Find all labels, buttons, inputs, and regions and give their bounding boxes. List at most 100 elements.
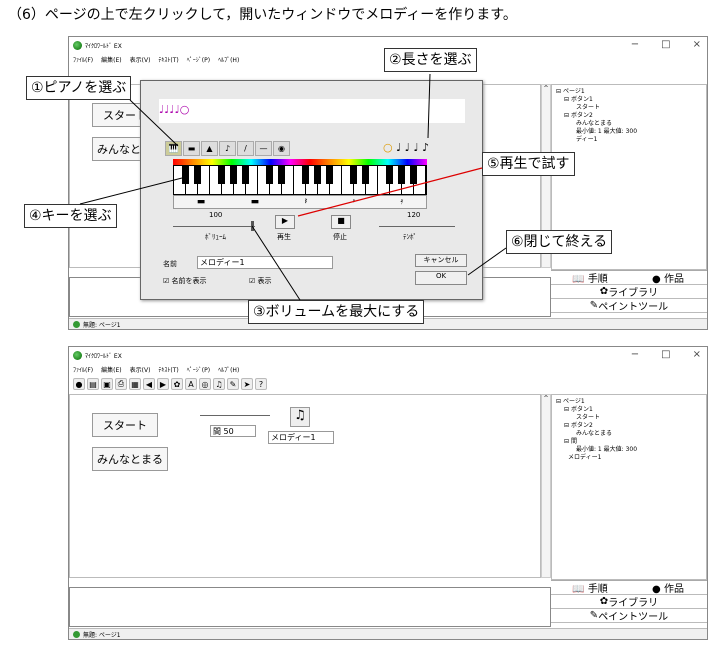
prev-icon[interactable]: ◀ bbox=[143, 378, 155, 390]
tab-paint[interactable]: ✎ ペイントツール bbox=[551, 609, 707, 623]
menu-file[interactable]: ﾌｧｲﾙ(F) bbox=[73, 55, 93, 64]
tree-item[interactable]: ⊟ ボタン2 bbox=[556, 422, 702, 430]
menu-help[interactable]: ﾍﾙﾌﾟ(H) bbox=[218, 365, 239, 374]
play-button[interactable]: ▶ bbox=[275, 215, 295, 229]
cancel-button[interactable]: キャンセル bbox=[415, 254, 467, 267]
minimize-button[interactable]: − bbox=[631, 349, 639, 360]
tab-sakuhin[interactable]: ● 作品 bbox=[629, 580, 707, 595]
piano-black-key[interactable] bbox=[302, 166, 309, 184]
piano-white-key[interactable] bbox=[258, 166, 273, 194]
minimize-button[interactable]: − bbox=[631, 39, 639, 50]
note-length-icons[interactable]: ○ ♩ ♩ ♩ ♪ bbox=[383, 141, 429, 154]
interval-slider[interactable] bbox=[200, 415, 270, 416]
piano-black-key[interactable] bbox=[242, 166, 249, 184]
interval-field[interactable]: 間 50 bbox=[210, 425, 256, 437]
piano-black-key[interactable] bbox=[218, 166, 225, 184]
tree-item[interactable]: メロディー1 bbox=[556, 454, 702, 462]
tree-item[interactable]: ⊟ 間 bbox=[556, 438, 702, 446]
menu-edit[interactable]: 編集(E) bbox=[101, 365, 121, 374]
tab-library[interactable]: ✿ ライブラリ bbox=[551, 595, 707, 609]
piano-black-key[interactable] bbox=[278, 166, 285, 184]
toolbar-button[interactable]: A bbox=[185, 378, 197, 390]
piano-black-key[interactable] bbox=[386, 166, 393, 184]
menu-text[interactable]: ﾃｷｽﾄ(T) bbox=[158, 365, 178, 374]
ok-button[interactable]: OK bbox=[415, 271, 467, 285]
maximize-button[interactable]: □ bbox=[661, 349, 670, 360]
tree-item[interactable]: ⊟ ページ1 bbox=[556, 398, 702, 406]
tree-item[interactable]: スタート bbox=[556, 414, 702, 422]
piano-black-key[interactable] bbox=[362, 166, 369, 184]
tempo-slider[interactable] bbox=[379, 226, 455, 227]
toolbar-button[interactable]: ✎ bbox=[227, 378, 239, 390]
piano-white-key[interactable] bbox=[210, 166, 225, 194]
tab-tejun[interactable]: 📖 手順 bbox=[551, 580, 629, 595]
show-checkbox[interactable]: ☑ 表示 bbox=[249, 276, 272, 286]
piano-white-key[interactable] bbox=[342, 166, 357, 194]
instrument-icon[interactable]: ◉ bbox=[273, 141, 290, 156]
start-button[interactable]: スタート bbox=[92, 413, 158, 437]
instrument-icon[interactable]: ▲ bbox=[201, 141, 218, 156]
menu-view[interactable]: 表示(V) bbox=[130, 365, 151, 374]
instrument-icon[interactable]: / bbox=[237, 141, 254, 156]
menu-page[interactable]: ﾍﾟｰｼﾞ(P) bbox=[187, 365, 210, 374]
menu-edit[interactable]: 編集(E) bbox=[101, 55, 121, 64]
next-icon[interactable]: ▶ bbox=[157, 378, 169, 390]
tree-item[interactable]: ⊟ ボタン1 bbox=[556, 96, 702, 104]
tree-item[interactable]: スタート bbox=[556, 104, 702, 112]
piano-white-key[interactable] bbox=[174, 166, 189, 194]
piano-black-key[interactable] bbox=[326, 166, 333, 184]
tree-item[interactable]: ⊟ ページ1 bbox=[556, 88, 702, 96]
instrument-icon[interactable]: ♪ bbox=[219, 141, 236, 156]
menu-view[interactable]: 表示(V) bbox=[130, 55, 151, 64]
piano-keyboard[interactable] bbox=[173, 165, 427, 195]
save-icon[interactable]: ▣ bbox=[101, 378, 113, 390]
minna-button[interactable]: みんなとまる bbox=[92, 447, 168, 471]
instrument-icon[interactable]: ▬ bbox=[183, 141, 200, 156]
melody-label[interactable]: メロディー1 bbox=[268, 431, 334, 444]
menu-file[interactable]: ﾌｧｲﾙ(F) bbox=[73, 365, 93, 374]
toolbar-button[interactable]: ? bbox=[255, 378, 267, 390]
menu-help[interactable]: ﾍﾙﾌﾟ(H) bbox=[218, 55, 239, 64]
vertical-scrollbar[interactable]: ^ bbox=[541, 394, 551, 578]
tree-item[interactable]: みんなとまる bbox=[556, 430, 702, 438]
tab-tejun[interactable]: 📖 手順 bbox=[551, 270, 629, 285]
toolbar-button[interactable]: ♫ bbox=[213, 378, 225, 390]
stop-button[interactable]: ■ bbox=[331, 215, 351, 229]
close-button[interactable]: × bbox=[693, 39, 701, 50]
tree-item[interactable]: 最小値: 1 最大値: 300 bbox=[556, 446, 702, 454]
open-icon[interactable]: ▤ bbox=[87, 378, 99, 390]
piano-black-key[interactable] bbox=[314, 166, 321, 184]
note-sequence[interactable]: ♩♩♩♩○ bbox=[159, 99, 465, 123]
piano-black-key[interactable] bbox=[182, 166, 189, 184]
volume-slider[interactable] bbox=[173, 226, 255, 227]
tab-library[interactable]: ✿ ライブラリ bbox=[551, 285, 707, 299]
rest-bar[interactable]: ▬ ▬ 𝄽 𝄾 𝄿 bbox=[173, 195, 427, 209]
tree-item[interactable]: ⊟ ボタン2 bbox=[556, 112, 702, 120]
tree-item[interactable]: ⊟ ボタン1 bbox=[556, 406, 702, 414]
piano-white-key[interactable] bbox=[294, 166, 309, 194]
maximize-button[interactable]: □ bbox=[661, 39, 670, 50]
toolbar-button[interactable]: ▦ bbox=[129, 378, 141, 390]
tree-item[interactable]: ディー1 bbox=[556, 136, 702, 144]
piano-icon[interactable]: 🎹 bbox=[165, 141, 182, 156]
tree-item[interactable]: みんなとまる bbox=[556, 120, 702, 128]
volume-thumb[interactable] bbox=[251, 221, 254, 231]
tab-paint[interactable]: ✎ ペイントツール bbox=[551, 299, 707, 313]
name-field[interactable]: メロディー1 bbox=[197, 256, 333, 269]
toolbar-button[interactable]: ✿ bbox=[171, 378, 183, 390]
menu-page[interactable]: ﾍﾟｰｼﾞ(P) bbox=[187, 55, 210, 64]
melody-icon[interactable]: ♫ bbox=[290, 407, 310, 427]
piano-black-key[interactable] bbox=[398, 166, 405, 184]
close-button[interactable]: × bbox=[693, 349, 701, 360]
tree-item[interactable]: 最小値: 1 最大値: 300 bbox=[556, 128, 702, 136]
print-icon[interactable]: ⎙ bbox=[115, 378, 127, 390]
piano-black-key[interactable] bbox=[350, 166, 357, 184]
instrument-icon[interactable]: — bbox=[255, 141, 272, 156]
menu-text[interactable]: ﾃｷｽﾄ(T) bbox=[158, 55, 178, 64]
toolbar-button[interactable]: ◎ bbox=[199, 378, 211, 390]
toolbar-button[interactable]: ● bbox=[73, 378, 85, 390]
piano-black-key[interactable] bbox=[410, 166, 417, 184]
tab-sakuhin[interactable]: ● 作品 bbox=[629, 270, 707, 285]
show-name-checkbox[interactable]: ☑ 名前を表示 bbox=[163, 276, 207, 286]
piano-black-key[interactable] bbox=[266, 166, 273, 184]
